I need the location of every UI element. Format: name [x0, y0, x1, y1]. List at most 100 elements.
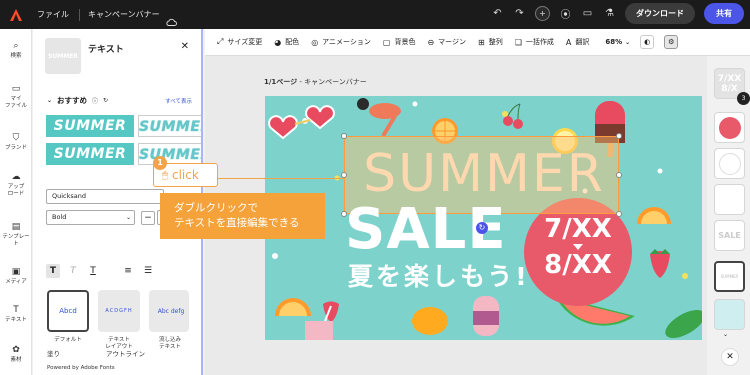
step-number-badge: 1 — [153, 156, 167, 170]
brand-icon: ⛉ — [12, 133, 20, 143]
rail-label: テンプレート — [2, 234, 30, 247]
layout-flow-text-card[interactable]: Abc defg — [149, 290, 189, 332]
orange-slice-bottom-left — [275, 298, 311, 316]
chevron-down-icon[interactable]: ⌄ — [723, 331, 728, 338]
resize-handle[interactable] — [616, 211, 622, 217]
align-button[interactable]: ⊞ 整列 — [478, 37, 503, 47]
list-icon[interactable]: ☰ — [141, 264, 155, 278]
text-italic-icon[interactable]: T — [66, 264, 80, 278]
click-text: click — [172, 168, 199, 182]
color-scheme-button[interactable]: ◕ 配色 — [274, 37, 299, 47]
rail-text[interactable]: T テキスト — [0, 305, 32, 324]
toolbar-label: マージン — [438, 38, 467, 46]
rail-media[interactable]: ▣ メディア — [0, 267, 32, 286]
resize-button[interactable]: ⤢ サイズ変更 — [217, 37, 262, 47]
info-icon[interactable]: ⓘ — [92, 96, 98, 105]
chevron-down-icon: ⌄ — [125, 214, 131, 221]
left-rail: ⌕ 検索 ▭ マイ ファイル ⛉ ブランド ☁ アップ ロード ▤ テンプレート ▣ メディ… — [0, 29, 32, 375]
bulk-create-button[interactable]: ❏ 一括作成 — [515, 37, 554, 47]
layout-default-card[interactable]: Abcd — [47, 290, 89, 332]
text-style-tile[interactable]: SUMMER — [46, 115, 134, 137]
rail-brand[interactable]: ⛉ ブランド — [0, 133, 32, 152]
font-family-select[interactable]: Quicksand — [46, 189, 164, 204]
background-color-button[interactable]: ▢ 背景色 — [383, 37, 416, 47]
folder-icon: ▭ — [11, 84, 21, 94]
text-underline-icon[interactable]: T — [86, 264, 100, 278]
toolbar-label: 背景色 — [394, 38, 416, 46]
see-all-link[interactable]: すべて表示 — [165, 97, 192, 105]
translate-button[interactable]: A 翻訳 — [566, 37, 589, 47]
redo-icon[interactable]: ↷ — [513, 7, 526, 20]
margin-button[interactable]: ⊖ マージン — [427, 37, 466, 47]
layout-preview: ACDGFH — [105, 308, 133, 314]
tagline-text[interactable]: 夏を楽しもう! — [348, 257, 530, 293]
rail-search[interactable]: ⌕ 検索 — [0, 41, 32, 60]
cloud-upload-icon: ☁ — [11, 172, 21, 182]
swimmer — [357, 98, 401, 138]
rotate-handle-icon[interactable]: ↻ — [476, 222, 488, 234]
app-logo-icon[interactable] — [9, 8, 23, 22]
fill-label: 塗り — [47, 350, 60, 358]
page-thumbnail-shape[interactable] — [714, 299, 745, 330]
callout-line: ダブルクリックで — [174, 202, 258, 214]
translate-icon: A — [565, 37, 572, 47]
font-size-decrease-button[interactable]: − — [141, 211, 155, 225]
rail-template[interactable]: ▤ テンプレート — [0, 222, 32, 247]
refresh-icon[interactable]: ↻ — [103, 97, 108, 104]
text-style-tile[interactable]: SUMMER — [138, 115, 201, 137]
rail-upload[interactable]: ☁ アップ ロード — [0, 172, 32, 197]
page-thumbnail-sale[interactable]: SALE — [714, 220, 745, 251]
page-count-badge: 3 — [737, 92, 750, 105]
document-title[interactable]: キャンペーンバナー — [88, 9, 160, 20]
toolbar-label: 一括作成 — [525, 38, 554, 46]
leaf-bottom-right — [665, 310, 702, 338]
rail-elements[interactable]: ✿ 素材 — [0, 345, 32, 364]
zoom-value: 68% — [605, 38, 623, 46]
flask-icon[interactable]: ⚗ — [603, 7, 616, 20]
rail-label: マイ ファイル — [4, 96, 27, 109]
text-style-tile[interactable]: SUMMER — [138, 143, 201, 165]
chevron-down-icon: ⌄ — [625, 38, 631, 46]
rail-label: 素材 — [10, 357, 22, 363]
layout-caption: デフォルト — [54, 337, 82, 343]
date-end: 8/XX — [544, 250, 612, 280]
powered-by-text: Powered by Adobe Fonts — [47, 365, 115, 371]
resize-handle[interactable] — [341, 133, 347, 139]
orange-slice-right — [637, 207, 671, 224]
location-pin-icon[interactable]: ⦿ — [559, 7, 572, 21]
text-normal-icon[interactable]: T — [46, 264, 60, 278]
toolbar-label: サイズ変更 — [227, 38, 263, 46]
undo-icon[interactable]: ↶ — [491, 7, 504, 20]
rail-my-files[interactable]: ▭ マイ ファイル — [0, 84, 32, 109]
recommended-row: ⌄ おすすめ ⓘ ↻ すべて表示 — [47, 95, 192, 106]
page-thumbnail[interactable] — [714, 184, 745, 215]
page-thumbnail-red-circle[interactable] — [714, 112, 745, 143]
close-icon[interactable]: ✕ — [721, 348, 739, 366]
properties-panel-icon[interactable]: ⚙ — [664, 35, 679, 49]
download-button[interactable]: ダウンロード — [625, 3, 695, 24]
text-style-tile[interactable]: SUMMER — [46, 143, 134, 165]
chevron-down-icon[interactable]: ⌄ — [47, 97, 52, 104]
file-menu[interactable]: ファイル — [37, 9, 69, 20]
close-icon[interactable]: ✕ — [181, 41, 189, 52]
top-bar: ファイル キャンペーンバナー ↶ ↷ + ⦿ ▭ ⚗ ダウンロード 共有 — [0, 0, 750, 29]
breadcrumb: 1/1ページ - キャンペーンバナー — [264, 78, 367, 86]
toolbar-label: アニメーション — [322, 38, 371, 46]
align-left-icon[interactable]: ≡ — [121, 264, 135, 278]
adjust-icon[interactable]: ◐ — [640, 35, 655, 49]
page-thumbnail-summer[interactable]: SUMMER — [714, 261, 745, 292]
callout-pointer-line — [218, 178, 344, 179]
margin-icon: ⊖ — [427, 37, 435, 47]
layout-preview: Abcd — [59, 307, 77, 315]
panel-thumbnail: SUMMER — [45, 38, 81, 74]
share-button[interactable]: 共有 — [704, 3, 744, 24]
page-thumbnail-white-circle[interactable] — [714, 148, 745, 179]
invite-user-icon[interactable]: + — [535, 6, 550, 21]
page-name[interactable]: キャンペーンバナー — [304, 78, 367, 86]
zoom-select[interactable]: 68% ⌄ — [605, 38, 630, 46]
font-weight-select[interactable]: Bold ⌄ — [46, 210, 135, 225]
animation-button[interactable]: ◎ アニメーション — [311, 37, 371, 47]
outline-label: アウトライン — [106, 350, 145, 358]
layout-text-layout-card[interactable]: ACDGFH — [98, 290, 140, 332]
comment-icon[interactable]: ▭ — [581, 7, 594, 20]
